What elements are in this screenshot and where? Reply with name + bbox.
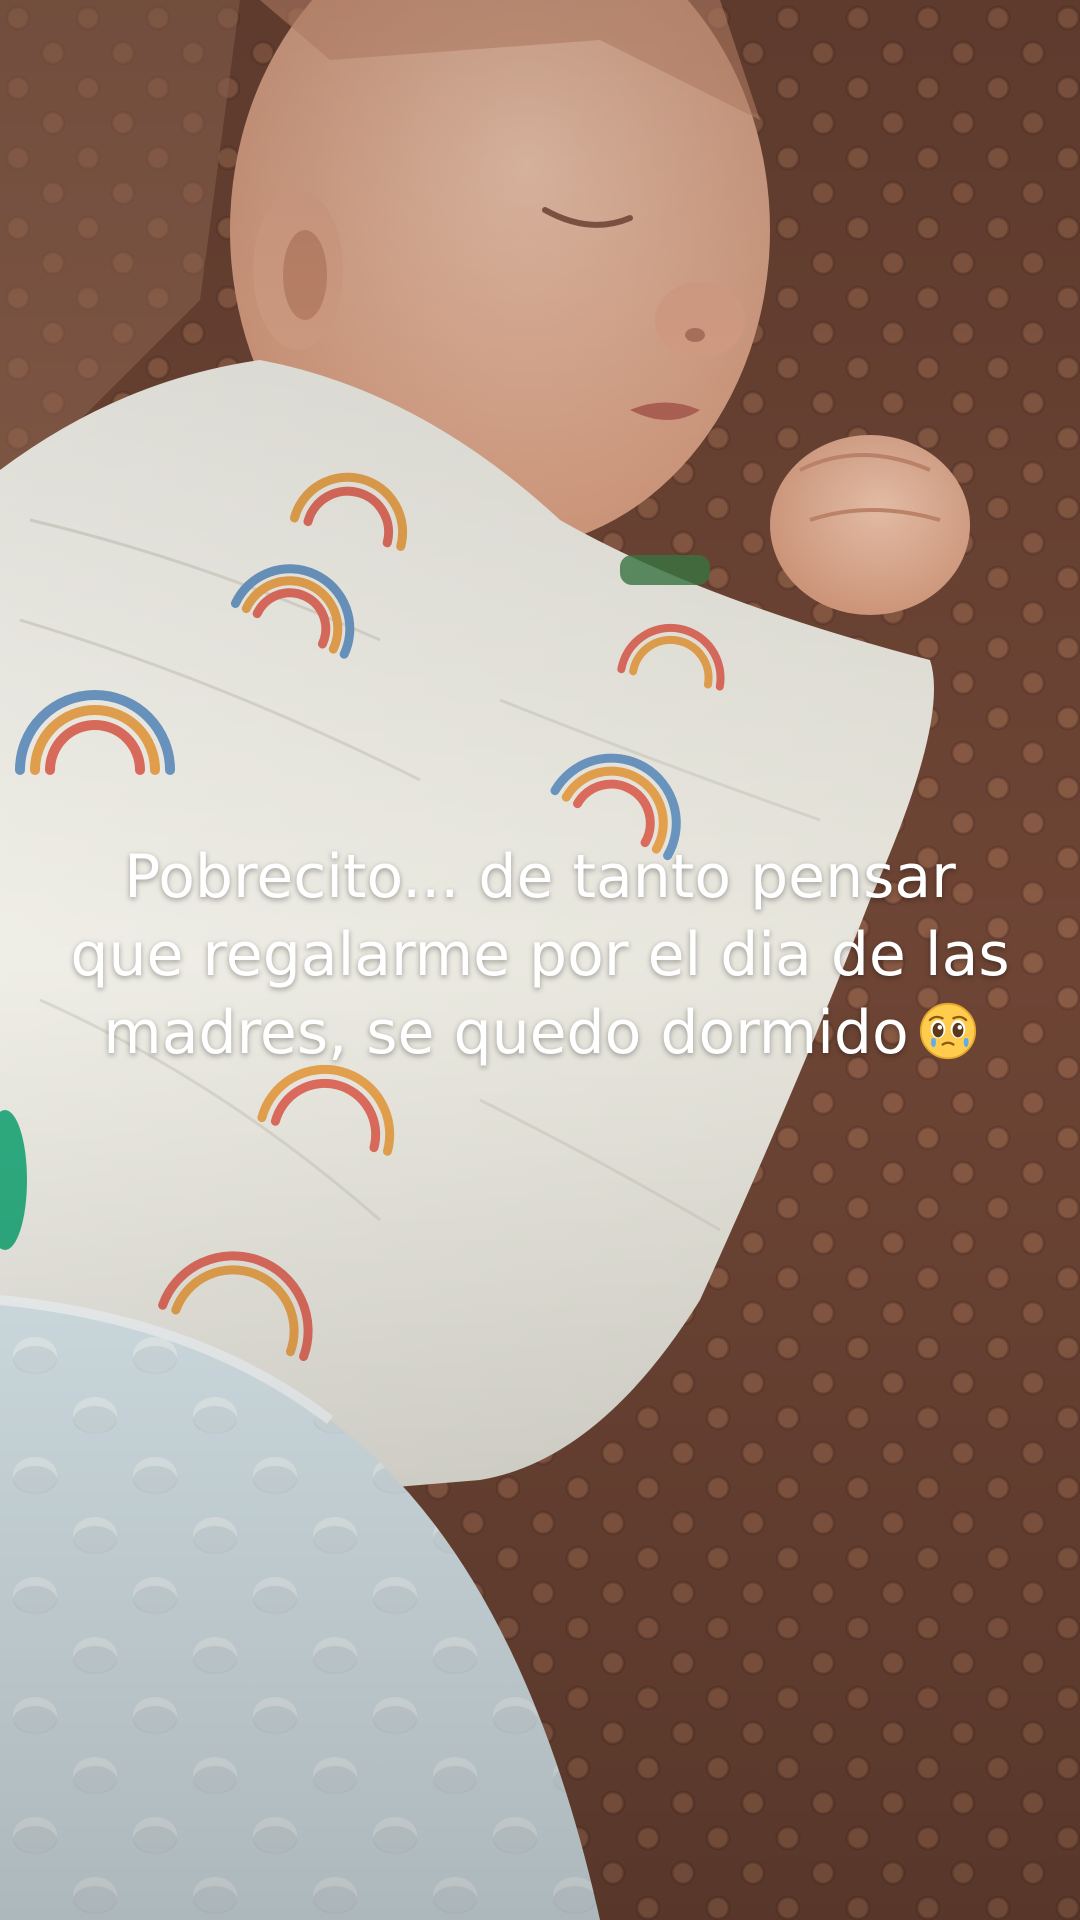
- caption-line-1: Pobrecito... de tanto pensar: [124, 842, 956, 912]
- caption-line-3: madres, se quedo dormido: [40, 994, 1040, 1072]
- caption-line-2: que regalarme por el dia de las: [70, 920, 1010, 990]
- caption-line-3-text: madres, se quedo dormido: [103, 998, 909, 1068]
- caption-overlay: Pobrecito... de tanto pensar que regalar…: [40, 838, 1040, 1072]
- video-frame: Pobrecito... de tanto pensar que regalar…: [0, 0, 1080, 1920]
- pleading-face-icon: [919, 1003, 976, 1060]
